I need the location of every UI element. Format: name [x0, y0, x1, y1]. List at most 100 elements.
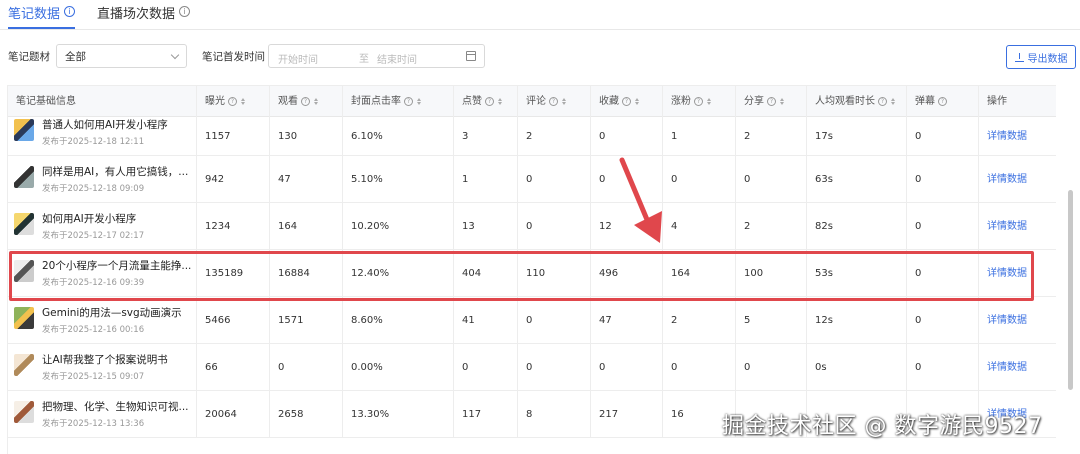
info-icon[interactable]: i	[64, 6, 76, 17]
header-label: 弹幕	[915, 96, 935, 107]
cell-cover-ctr: 0.00%	[343, 344, 454, 391]
table-row: 让AI帮我整了个报案说明书 发布于2025-12-15 09:07 66 0 0.00%…	[8, 344, 1056, 391]
header-col-shares[interactable]: 分享?	[736, 86, 807, 117]
sort-icon[interactable]	[891, 98, 895, 105]
topic-select[interactable]: 全部	[56, 44, 187, 68]
cell-cover-ctr: 5.10%	[343, 156, 454, 203]
start-date-input[interactable]: 开始时间	[278, 51, 318, 66]
vertical-scrollbar[interactable]	[1068, 190, 1073, 390]
note-publish-date: 发布于2025-12-16 00:16	[42, 325, 145, 335]
date-range-picker[interactable]: 开始时间 至 结束时间	[268, 44, 485, 68]
cell-exposure: 5466	[197, 297, 270, 344]
cell-collects: 47	[591, 297, 663, 344]
note-thumbnail[interactable]	[14, 166, 34, 188]
header-label: 观看	[278, 96, 298, 107]
header-col-cover-ctr[interactable]: 封面点击率?	[343, 86, 454, 117]
help-icon[interactable]: ?	[404, 97, 413, 106]
note-title[interactable]: 让AI帮我整了个报案说明书	[42, 354, 168, 367]
header-label: 涨粉	[671, 96, 691, 107]
note-title[interactable]: 普通人如何用AI开发小程序	[42, 119, 168, 132]
header-col-danmaku: 弹幕?	[907, 86, 979, 117]
end-date-input[interactable]: 结束时间	[377, 51, 417, 66]
sort-icon[interactable]	[314, 98, 318, 105]
note-publish-date: 发布于2025-12-18 12:11	[42, 137, 145, 147]
help-icon[interactable]: ?	[694, 97, 703, 106]
header-col-views[interactable]: 观看?	[270, 86, 343, 117]
header-col-new-followers[interactable]: 涨粉?	[663, 86, 736, 117]
note-info-cell: Gemini的用法—svg动画演示 发布于2025-12-16 00:16	[8, 297, 197, 344]
sort-icon[interactable]	[562, 98, 566, 105]
sort-icon[interactable]	[417, 98, 421, 105]
chevron-down-icon	[170, 50, 180, 59]
header-col-exposure[interactable]: 曝光?	[197, 86, 270, 117]
note-thumbnail[interactable]	[14, 213, 34, 235]
header-label: 评论	[526, 96, 546, 107]
header-col-collects[interactable]: 收藏?	[591, 86, 663, 117]
note-title[interactable]: 把物理、化学、生物知识可视...	[42, 401, 189, 414]
note-title[interactable]: Gemini的用法—svg动画演示	[42, 307, 182, 320]
header-col-comments[interactable]: 评论?	[518, 86, 591, 117]
details-link[interactable]: 详情数据	[979, 297, 1056, 344]
help-icon[interactable]: ?	[549, 97, 558, 106]
info-icon[interactable]: i	[179, 6, 191, 17]
cell-comments: 0	[518, 203, 591, 250]
sort-icon[interactable]	[635, 98, 639, 105]
note-thumbnail[interactable]	[14, 354, 34, 376]
export-button[interactable]: 导出数据	[1006, 45, 1076, 69]
sort-icon[interactable]	[707, 98, 711, 105]
cell-likes: 41	[454, 297, 518, 344]
cell-new-followers: 4	[663, 203, 736, 250]
help-icon[interactable]: ?	[622, 97, 631, 106]
calendar-icon	[466, 51, 476, 61]
header-label: 笔记基础信息	[16, 96, 76, 107]
note-title[interactable]: 如何用AI开发小程序	[42, 213, 136, 226]
note-title[interactable]: 同样是用AI，有人用它搞钱，...	[42, 166, 188, 179]
cell-cover-ctr: 13.30%	[343, 391, 454, 438]
cell-new-followers: 0	[663, 156, 736, 203]
header-label: 收藏	[599, 96, 619, 107]
note-info-cell: 把物理、化学、生物知识可视... 发布于2025-12-13 13:36	[8, 391, 197, 438]
header-col-basic-info: 笔记基础信息	[8, 86, 197, 117]
header-label: 操作	[987, 96, 1007, 107]
cell-collects: 0	[591, 156, 663, 203]
note-thumbnail[interactable]	[14, 401, 34, 423]
note-publish-date: 发布于2025-12-13 13:36	[42, 419, 145, 429]
help-icon[interactable]: ?	[767, 97, 776, 106]
details-link[interactable]: 详情数据	[979, 344, 1056, 391]
help-icon[interactable]: ?	[301, 97, 310, 106]
sort-icon[interactable]	[241, 98, 245, 105]
cell-danmaku: 0	[907, 203, 979, 250]
sort-icon[interactable]	[780, 98, 784, 105]
cell-new-followers: 0	[663, 344, 736, 391]
cell-new-followers: 2	[663, 297, 736, 344]
highlight-box	[9, 251, 1034, 301]
cell-exposure: 942	[197, 156, 270, 203]
cell-avg-watch-time: 63s	[807, 156, 907, 203]
tab-live-data[interactable]: 直播场次数据 i	[97, 3, 191, 29]
details-link[interactable]: 详情数据	[979, 117, 1056, 156]
cell-comments: 0	[518, 156, 591, 203]
details-link[interactable]: 详情数据	[979, 156, 1056, 203]
cell-exposure: 1234	[197, 203, 270, 250]
note-thumbnail[interactable]	[14, 119, 34, 141]
note-thumbnail[interactable]	[14, 307, 34, 329]
cell-likes: 1	[454, 156, 518, 203]
note-publish-date: 发布于2025-12-17 02:17	[42, 231, 145, 241]
help-icon[interactable]: ?	[228, 97, 237, 106]
cell-views: 164	[270, 203, 343, 250]
tab-note-data[interactable]: 笔记数据 i	[8, 3, 76, 29]
help-icon[interactable]: ?	[878, 97, 887, 106]
sort-icon[interactable]	[498, 98, 502, 105]
help-icon[interactable]: ?	[485, 97, 494, 106]
help-icon[interactable]: ?	[938, 97, 947, 106]
header-col-likes[interactable]: 点赞?	[454, 86, 518, 117]
details-link[interactable]: 详情数据	[979, 203, 1056, 250]
cell-shares: 0	[736, 344, 807, 391]
cell-views: 2658	[270, 391, 343, 438]
header-col-avg-watch-time[interactable]: 人均观看时长?	[807, 86, 907, 117]
note-info-cell: 同样是用AI，有人用它搞钱，... 发布于2025-12-18 09:09	[8, 156, 197, 203]
cell-views: 47	[270, 156, 343, 203]
header-label: 封面点击率	[351, 96, 401, 107]
cell-exposure: 20064	[197, 391, 270, 438]
cell-avg-watch-time: 0s	[807, 344, 907, 391]
